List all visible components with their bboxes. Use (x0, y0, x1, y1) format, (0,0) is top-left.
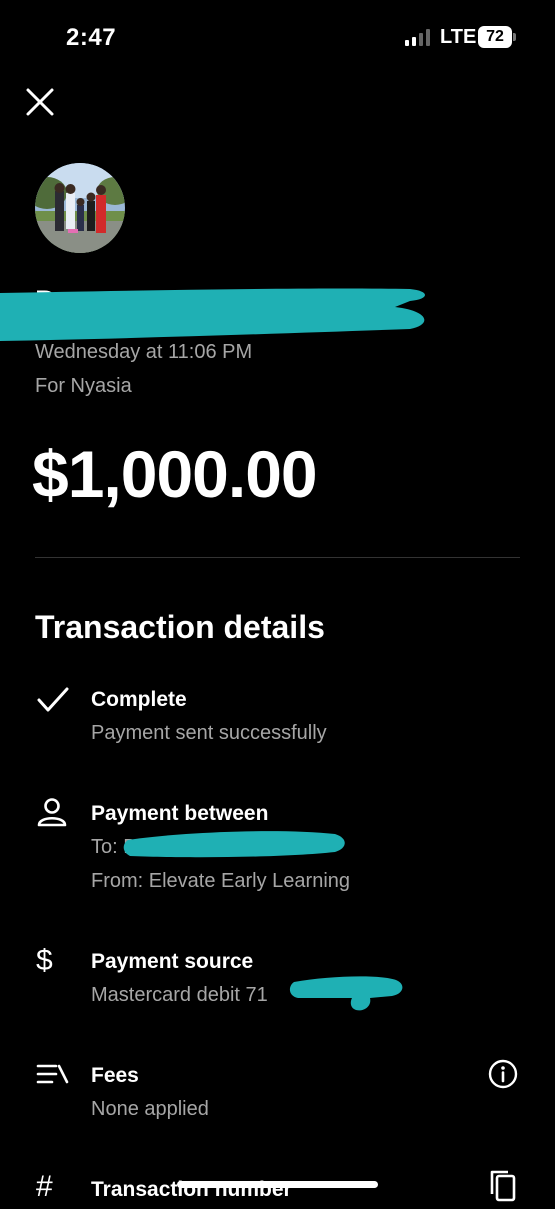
status-time: 2:47 (66, 24, 117, 51)
payment-amount: $1,000.00 (32, 437, 318, 511)
divider (35, 557, 520, 558)
source-subtitle: Mastercard debit 71 (91, 984, 268, 1006)
section-title: Transaction details (35, 609, 325, 645)
network-type: LTE (440, 26, 477, 48)
redaction-mark (289, 976, 403, 1011)
recipient-name: Da (0, 285, 440, 345)
fees-icon (36, 1060, 70, 1094)
redaction-mark (123, 831, 345, 858)
between-title: Payment between (91, 802, 269, 825)
dollar-icon: $ (36, 944, 53, 977)
fees-subtitle: None applied (91, 1098, 209, 1120)
person-icon (36, 796, 70, 830)
between-from: From: Elevate Early Learning (91, 870, 351, 892)
between-to: To: D (91, 836, 138, 858)
payment-memo: For Nyasia (35, 375, 132, 397)
fees-info-button[interactable] (488, 1059, 518, 1089)
hash-icon: # (36, 1170, 53, 1203)
status-subtitle: Payment sent successfully (91, 722, 327, 744)
close-icon (26, 88, 54, 116)
signal-strength-icon (405, 28, 430, 46)
home-indicator[interactable] (177, 1181, 378, 1188)
recipient-name-text: Da (35, 285, 74, 318)
info-icon (488, 1059, 518, 1089)
copy-icon (490, 1170, 516, 1202)
payment-date: Wednesday at 11:06 PM (35, 341, 253, 363)
checkmark-icon (36, 685, 70, 719)
status-title: Complete (91, 688, 187, 711)
battery-icon: 72 (478, 26, 516, 48)
source-title: Payment source (91, 950, 254, 973)
close-button[interactable] (24, 86, 56, 118)
copy-transaction-number-button[interactable] (488, 1168, 518, 1204)
avatar (35, 163, 125, 253)
fees-title: Fees (91, 1064, 139, 1087)
